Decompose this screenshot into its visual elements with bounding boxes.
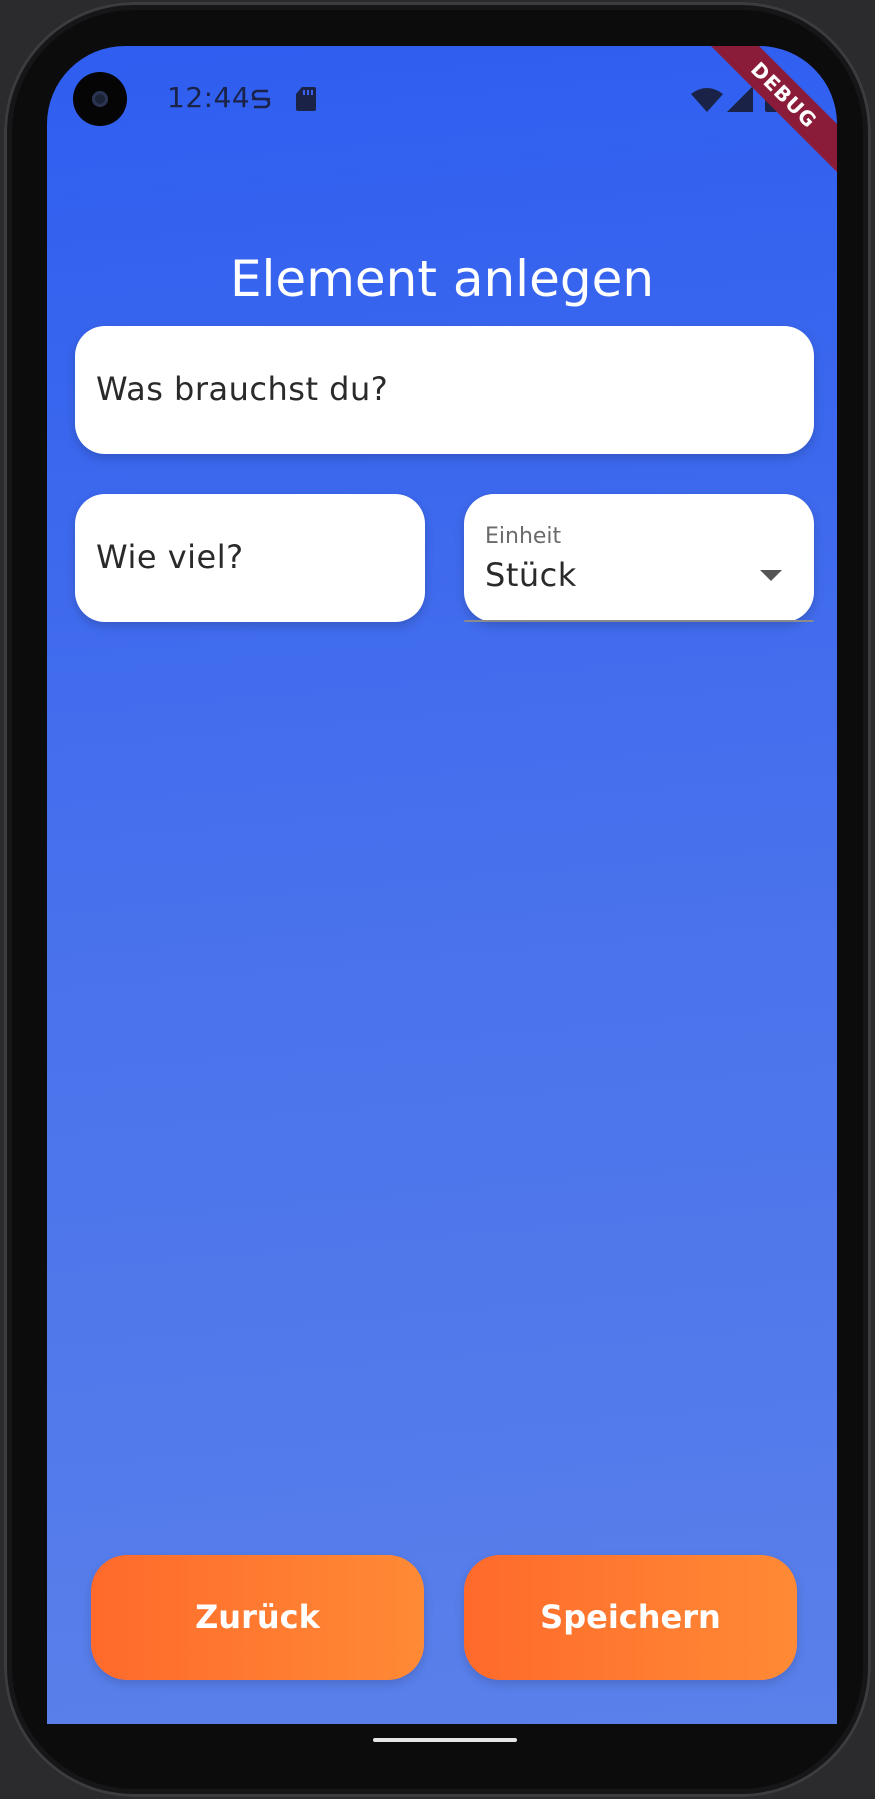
save-button[interactable]: Speichern [464,1555,797,1680]
wifi-icon [691,88,723,112]
app-screen: 12:44 DEBUG Element anlegen Was brauchst… [47,46,837,1724]
status-time: 12:44 [167,81,251,114]
quantity-placeholder: Wie viel? [96,538,244,576]
unit-label: Einheit [485,524,562,549]
sync-notification-icon [251,89,271,109]
unit-selected-value: Stück [485,556,577,594]
home-indicator[interactable] [373,1738,517,1742]
sd-card-icon [296,87,316,111]
phone-frame: 12:44 DEBUG Element anlegen Was brauchst… [4,2,871,1797]
page-title: Element anlegen [229,249,655,308]
debug-banner: DEBUG [697,46,837,182]
quantity-field[interactable]: Wie viel? [75,494,425,622]
status-bar: 12:44 DEBUG [47,46,837,182]
dropdown-underline [464,620,814,622]
dropdown-arrow-icon [760,570,782,581]
signal-icon [727,86,753,112]
back-button[interactable]: Zurück [91,1555,424,1680]
item-name-placeholder: Was brauchst du? [96,370,389,408]
item-name-field[interactable]: Was brauchst du? [75,326,814,454]
unit-dropdown[interactable]: Einheit Stück [464,494,814,622]
camera-cutout [73,72,127,126]
